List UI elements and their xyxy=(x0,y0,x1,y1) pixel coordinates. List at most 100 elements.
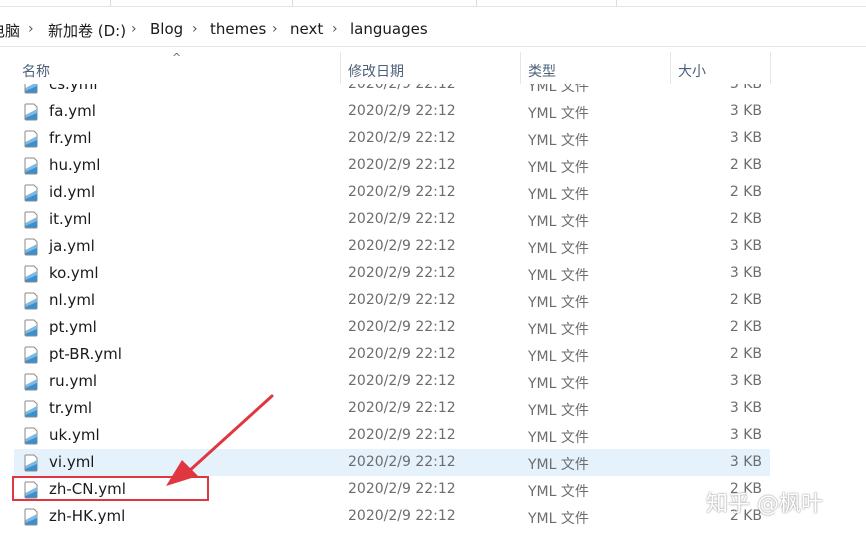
column-divider[interactable] xyxy=(670,52,671,84)
file-modified-date: 2020/2/9 22:12 xyxy=(348,346,456,362)
file-list[interactable]: cs.yml 2020/2/9 22:12 YML 文件 3 KB fa.yml 2020… xyxy=(0,84,866,534)
file-name: ru.yml xyxy=(49,372,98,390)
file-name: vi.yml xyxy=(49,453,95,471)
yml-file-icon xyxy=(24,103,38,121)
file-modified-date: 2020/2/9 22:12 xyxy=(348,184,456,200)
chevron-right-icon[interactable]: › xyxy=(192,21,198,37)
file-modified-date: 2020/2/9 22:12 xyxy=(348,157,456,173)
file-type: YML 文件 xyxy=(528,376,589,392)
chevron-right-icon[interactable]: › xyxy=(272,21,278,37)
file-modified-date: 2020/2/9 22:12 xyxy=(348,130,456,146)
file-row[interactable]: tr.yml 2020/2/9 22:12 YML 文件 3 KB xyxy=(14,395,770,422)
yml-file-icon xyxy=(24,373,38,391)
file-name: hu.yml xyxy=(49,156,101,174)
file-size: 3 KB xyxy=(729,238,762,254)
breadcrumb-item-themes[interactable]: themes xyxy=(210,20,266,38)
chevron-right-icon[interactable]: › xyxy=(28,21,34,37)
file-row[interactable]: pt-BR.yml 2020/2/9 22:12 YML 文件 2 KB xyxy=(14,341,770,368)
file-row[interactable]: uk.yml 2020/2/9 22:12 YML 文件 3 KB xyxy=(14,422,770,449)
file-size: 3 KB xyxy=(729,103,762,119)
file-modified-date: 2020/2/9 22:12 xyxy=(348,211,456,227)
file-size: 3 KB xyxy=(729,400,762,416)
file-modified-date: 2020/2/9 22:12 xyxy=(348,265,456,281)
ribbon-separator xyxy=(616,0,617,6)
file-type: YML 文件 xyxy=(528,214,589,230)
ribbon-separator xyxy=(110,0,111,6)
file-row[interactable]: ja.yml 2020/2/9 22:12 YML 文件 3 KB xyxy=(14,233,770,260)
file-type: YML 文件 xyxy=(528,430,589,446)
column-divider[interactable] xyxy=(520,52,521,84)
file-name: nl.yml xyxy=(49,291,96,309)
column-header-size[interactable]: 大小 xyxy=(678,61,706,81)
file-type: YML 文件 xyxy=(528,187,589,203)
file-type: YML 文件 xyxy=(528,133,589,149)
file-name: ko.yml xyxy=(49,264,99,282)
file-modified-date: 2020/2/9 22:12 xyxy=(348,427,456,443)
file-type: YML 文件 xyxy=(528,349,589,365)
file-row[interactable]: fr.yml 2020/2/9 22:12 YML 文件 3 KB xyxy=(14,125,770,152)
chevron-right-icon[interactable]: › xyxy=(332,21,338,37)
breadcrumb-item-drive[interactable]: 新加卷 (D:) xyxy=(48,20,126,41)
file-row[interactable]: vi.yml 2020/2/9 22:12 YML 文件 3 KB xyxy=(14,449,770,476)
file-size: 2 KB xyxy=(729,292,762,308)
file-row[interactable]: it.yml 2020/2/9 22:12 YML 文件 2 KB xyxy=(14,206,770,233)
yml-file-icon xyxy=(24,508,38,526)
file-modified-date: 2020/2/9 22:12 xyxy=(348,481,456,497)
yml-file-icon xyxy=(24,427,38,445)
file-row[interactable]: cs.yml 2020/2/9 22:12 YML 文件 3 KB xyxy=(14,84,770,98)
yml-file-icon xyxy=(24,157,38,175)
file-name: pt.yml xyxy=(49,318,97,336)
file-row[interactable]: id.yml 2020/2/9 22:12 YML 文件 2 KB xyxy=(14,179,770,206)
yml-file-icon xyxy=(24,346,38,364)
yml-file-icon xyxy=(24,454,38,472)
column-divider[interactable] xyxy=(340,52,341,84)
file-name: fr.yml xyxy=(49,129,92,147)
breadcrumb-item-next[interactable]: next xyxy=(290,20,323,38)
column-header-row: ^ 名称 修改日期 类型 大小 xyxy=(0,51,866,84)
column-divider[interactable] xyxy=(770,52,771,84)
file-type: YML 文件 xyxy=(528,295,589,311)
file-row[interactable]: fa.yml 2020/2/9 22:12 YML 文件 3 KB xyxy=(14,98,770,125)
file-type: YML 文件 xyxy=(528,403,589,419)
file-name: uk.yml xyxy=(49,426,100,444)
column-header-name[interactable]: 名称 xyxy=(22,61,50,81)
breadcrumb-item-blog[interactable]: Blog xyxy=(150,20,183,38)
ribbon-separator xyxy=(476,0,477,6)
file-size: 2 KB xyxy=(729,184,762,200)
yml-file-icon xyxy=(24,238,38,256)
file-row[interactable]: ko.yml 2020/2/9 22:12 YML 文件 3 KB xyxy=(14,260,770,287)
yml-file-icon xyxy=(24,319,38,337)
file-row[interactable]: pt.yml 2020/2/9 22:12 YML 文件 2 KB xyxy=(14,314,770,341)
column-header-date[interactable]: 修改日期 xyxy=(348,61,404,81)
file-modified-date: 2020/2/9 22:12 xyxy=(348,292,456,308)
file-size: 3 KB xyxy=(729,84,762,92)
file-size: 3 KB xyxy=(729,373,762,389)
watermark: 知乎 @枫叶 xyxy=(706,492,823,517)
file-name: it.yml xyxy=(49,210,92,228)
yml-file-icon xyxy=(24,130,38,148)
file-type: YML 文件 xyxy=(528,322,589,338)
file-name: cs.yml xyxy=(49,84,98,93)
ribbon-tab-strip xyxy=(0,0,866,7)
file-row[interactable]: nl.yml 2020/2/9 22:12 YML 文件 2 KB xyxy=(14,287,770,314)
sort-ascending-icon: ^ xyxy=(172,51,182,64)
file-modified-date: 2020/2/9 22:12 xyxy=(348,319,456,335)
file-modified-date: 2020/2/9 22:12 xyxy=(348,103,456,119)
column-header-type[interactable]: 类型 xyxy=(528,61,556,81)
file-size: 3 KB xyxy=(729,454,762,470)
file-name: id.yml xyxy=(49,183,96,201)
file-type: YML 文件 xyxy=(528,484,589,500)
yml-file-icon xyxy=(24,84,38,94)
chevron-right-icon[interactable]: › xyxy=(131,21,137,37)
yml-file-icon xyxy=(24,292,38,310)
file-row[interactable]: hu.yml 2020/2/9 22:12 YML 文件 2 KB xyxy=(14,152,770,179)
file-modified-date: 2020/2/9 22:12 xyxy=(348,238,456,254)
file-row[interactable]: ru.yml 2020/2/9 22:12 YML 文件 3 KB xyxy=(14,368,770,395)
file-row[interactable]: zh-HK.yml 2020/2/9 22:12 YML 文件 2 KB xyxy=(14,503,770,530)
yml-file-icon xyxy=(24,265,38,283)
file-name: fa.yml xyxy=(49,102,96,120)
address-bar[interactable]: 电脑 › 新加卷 (D:) › Blog › themes › next › l… xyxy=(0,14,866,47)
breadcrumb-item-languages[interactable]: languages xyxy=(350,20,428,38)
yml-file-icon xyxy=(24,211,38,229)
breadcrumb-item-pc[interactable]: 电脑 xyxy=(0,20,20,41)
